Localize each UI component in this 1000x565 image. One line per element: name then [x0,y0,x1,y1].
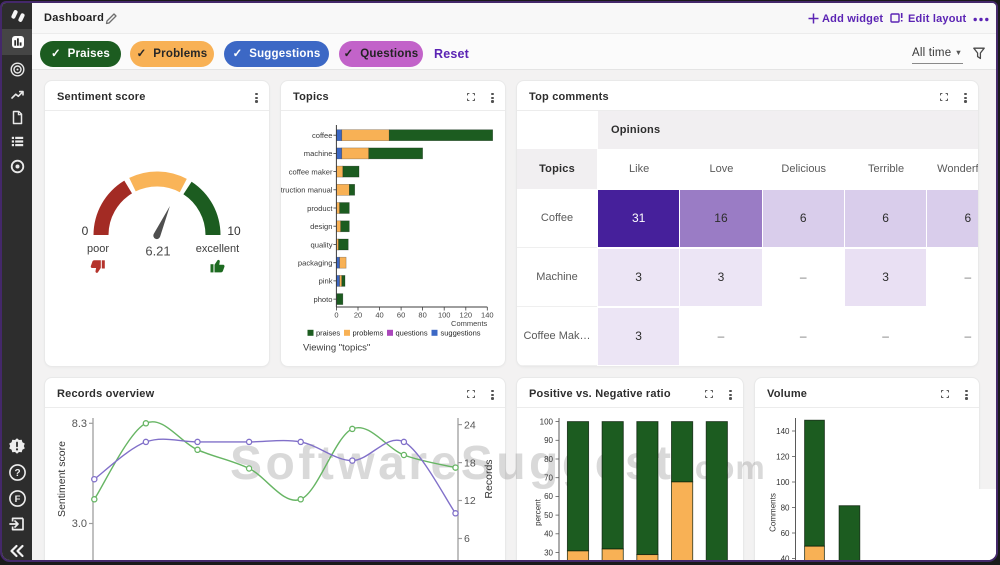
svg-text:product: product [307,204,333,213]
svg-text:problems: problems [353,329,384,338]
svg-text:machine: machine [304,149,333,158]
svg-text:praises: praises [316,329,340,338]
svg-text:80: 80 [418,311,426,320]
svg-text:suggestions: suggestions [441,329,481,338]
svg-text:0: 0 [82,224,89,238]
svg-text:6.21: 6.21 [145,244,170,259]
svg-text:140: 140 [776,427,790,436]
svg-text:100: 100 [776,478,790,487]
svg-text:40: 40 [375,311,383,320]
svg-text:50: 50 [544,511,553,520]
svg-text:70: 70 [544,474,553,483]
svg-text:design: design [310,222,332,231]
svg-text:24: 24 [464,419,476,431]
svg-text:coffee maker: coffee maker [289,167,333,176]
svg-text:poor: poor [87,243,109,255]
svg-text:60: 60 [397,311,405,320]
svg-text:struction manual: struction manual [281,186,333,195]
svg-text:8.3: 8.3 [72,418,87,430]
svg-text:0: 0 [334,311,338,320]
svg-text:pink: pink [319,277,333,286]
svg-text:60: 60 [781,529,790,538]
svg-text:30: 30 [544,548,553,557]
svg-text:120: 120 [776,452,790,461]
svg-text:excellent: excellent [196,243,239,255]
svg-text:6: 6 [464,533,470,545]
svg-text:Viewing "topics": Viewing "topics" [303,343,370,354]
svg-text:coffee: coffee [312,131,333,140]
svg-text:?: ? [14,468,20,479]
svg-text:photo: photo [313,295,332,304]
svg-text:80: 80 [544,455,553,464]
svg-text:12: 12 [464,495,476,507]
svg-text:18: 18 [464,457,476,469]
svg-text:40: 40 [544,530,553,539]
svg-text:quality: quality [311,240,333,249]
svg-text:100: 100 [540,417,554,426]
svg-text:questions: questions [396,329,428,338]
svg-text:Comments: Comments [451,319,488,328]
svg-text:80: 80 [781,503,790,512]
svg-text:90: 90 [544,436,553,445]
svg-text:F: F [14,494,20,505]
svg-text:60: 60 [544,492,553,501]
svg-text:10: 10 [227,224,241,238]
svg-text:packaging: packaging [298,259,333,268]
svg-text:40: 40 [781,554,790,560]
svg-text:100: 100 [438,311,451,320]
svg-text:3.0: 3.0 [72,518,87,530]
svg-text:20: 20 [354,311,362,320]
